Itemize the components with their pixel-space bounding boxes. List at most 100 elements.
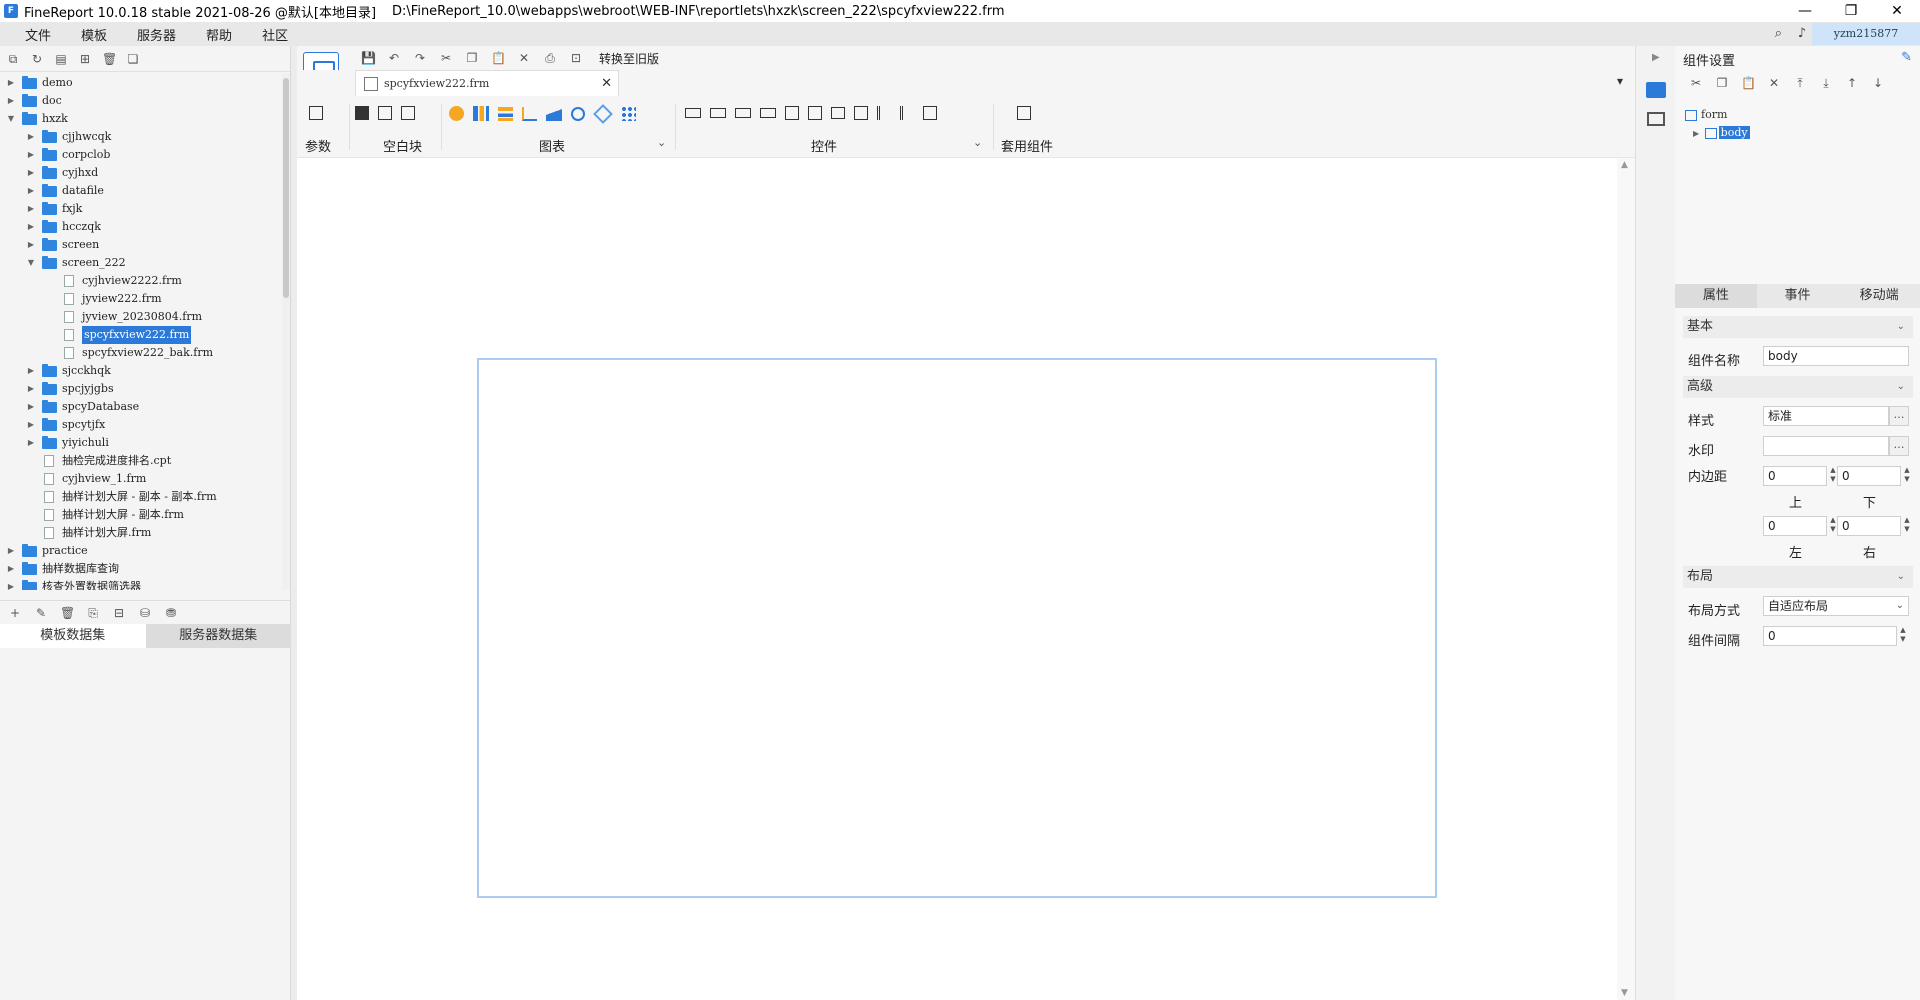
preview-dataset-icon[interactable]: ⎘ <box>86 606 100 620</box>
absolute-block-icon[interactable] <box>355 106 369 120</box>
style-more-button[interactable]: … <box>1889 406 1909 426</box>
chevron-right-icon[interactable]: ▶ <box>26 236 36 254</box>
tree-folder[interactable]: ▶ hcczqk <box>0 218 282 236</box>
canvas-scrollbar[interactable]: ▲ ▼ <box>1617 158 1635 1000</box>
open-template-icon[interactable]: ⧉ <box>6 52 20 66</box>
layout-mode-select[interactable]: 自适应布局 ⌄ <box>1763 596 1909 616</box>
bell-icon[interactable]: ♪ <box>1798 26 1806 41</box>
tree-folder[interactable]: ▶ yiyichuli <box>0 434 282 452</box>
convert-icon[interactable]: ⊡ <box>569 51 583 65</box>
checkbox-group-icon[interactable] <box>877 106 891 120</box>
pie-chart-icon[interactable] <box>449 106 464 121</box>
chevron-right-icon[interactable]: ▶ <box>26 434 36 452</box>
delete-dataset-icon[interactable]: 🗑 <box>60 606 75 620</box>
close-icon[interactable]: ✕ <box>1874 0 1920 22</box>
style-input[interactable]: 标准 <box>1763 406 1889 426</box>
scroll-down-icon[interactable]: ▼ <box>1621 988 1628 998</box>
component-settings-icon[interactable] <box>1646 82 1666 98</box>
line-chart-icon[interactable] <box>522 106 537 121</box>
tab-block-icon[interactable] <box>378 106 392 120</box>
menu-file[interactable]: 文件 <box>0 25 66 44</box>
tree-file[interactable]: 抽检完成进度排名.cpt <box>0 452 282 470</box>
minimize-icon[interactable]: — <box>1782 0 1828 22</box>
chevron-right-icon[interactable]: ▶ <box>26 146 36 164</box>
tree-node-form[interactable]: form <box>1685 106 1915 124</box>
tab-menu-icon[interactable]: ▾ <box>1617 74 1623 88</box>
watermark-input[interactable] <box>1763 436 1889 456</box>
tree-folder[interactable]: ▶ screen <box>0 236 282 254</box>
tab-mobile[interactable]: 移动端 <box>1838 284 1920 308</box>
move-top-icon[interactable]: ⤒ <box>1793 76 1807 90</box>
bar-chart-icon[interactable] <box>473 106 489 121</box>
chevron-down-icon[interactable]: ▼ <box>6 110 16 128</box>
tree-file[interactable]: spcyfxview222_bak.frm <box>0 344 282 362</box>
locate-icon[interactable]: ▤ <box>54 52 68 66</box>
tree-folder[interactable]: ▶ corpclob <box>0 146 282 164</box>
section-layout[interactable]: 布局 ⌄ <box>1683 566 1913 588</box>
tab-events[interactable]: 事件 <box>1756 284 1839 308</box>
tree-file[interactable]: spcyfxview222.frm <box>0 326 282 344</box>
menu-help[interactable]: 帮助 <box>191 25 247 44</box>
tree-folder[interactable]: ▶ cjjhwcqk <box>0 128 282 146</box>
collapse-icon[interactable]: ⌄ <box>1897 316 1905 338</box>
scatter-chart-icon[interactable] <box>621 106 636 121</box>
collapse-icon[interactable]: ⌄ <box>1897 376 1905 398</box>
move-down-icon[interactable]: ↓ <box>1871 76 1885 90</box>
tree-file[interactable]: 抽样计划大屏 - 副本 - 副本.frm <box>0 488 282 506</box>
template-tab[interactable]: spcyfxview222.frm ✕ <box>355 70 619 96</box>
hbar-chart-icon[interactable] <box>498 106 513 121</box>
component-library-icon[interactable] <box>1647 112 1665 126</box>
copy-icon[interactable]: ❐ <box>465 51 479 65</box>
dropdown-widget-icon[interactable] <box>760 108 776 118</box>
component-gap-stepper[interactable]: ▲ ▼ <box>1897 626 1909 646</box>
component-gap-input[interactable]: 0 <box>1763 626 1897 646</box>
cut-icon[interactable]: ✂ <box>439 51 453 65</box>
tree-folder[interactable]: ▶ 核查外置数据筛选器 <box>0 578 282 590</box>
tree-folder[interactable]: ▶ fxjk <box>0 200 282 218</box>
add-dataset-icon[interactable]: + <box>8 606 22 620</box>
tree-folder[interactable]: ▶ spcjyjgbs <box>0 380 282 398</box>
tree-folder[interactable]: ▶ sjcckhqk <box>0 362 282 380</box>
button-widget-icon[interactable] <box>735 108 751 118</box>
paste-icon[interactable]: 📋 <box>491 51 506 65</box>
redo-icon[interactable]: ↷ <box>413 51 427 65</box>
menu-community[interactable]: 社区 <box>247 25 303 44</box>
tree-folder[interactable]: ▼ hxzk <box>0 110 282 128</box>
tree-file[interactable]: 抽样计划大屏 - 副本.frm <box>0 506 282 524</box>
gauge-chart-icon[interactable] <box>571 106 585 121</box>
watermark-more-button[interactable]: … <box>1889 436 1909 456</box>
padding-top-input[interactable]: 0 <box>1763 466 1827 486</box>
tree-node-body[interactable]: ▶ body <box>1685 124 1915 142</box>
chevron-down-icon[interactable]: ⌄ <box>1896 597 1904 615</box>
tree-folder[interactable]: ▶ datafile <box>0 182 282 200</box>
reuse-component-icon[interactable] <box>1017 106 1031 120</box>
tree-folder[interactable]: ▶ cyjhxd <box>0 164 282 182</box>
tab-template-dataset[interactable]: 模板数据集 <box>0 624 146 648</box>
chevron-right-icon[interactable]: ▶ <box>6 560 16 578</box>
form-body-artboard[interactable] <box>477 358 1437 898</box>
chevron-right-icon[interactable]: ▶ <box>1693 129 1699 138</box>
padding-left-input[interactable]: 0 <box>1763 516 1827 536</box>
copy-component-icon[interactable]: ❐ <box>1715 76 1729 90</box>
tree-file[interactable]: jyview222.frm <box>0 290 282 308</box>
component-name-input[interactable]: body <box>1763 346 1909 366</box>
tree-scroll-thumb[interactable] <box>283 78 289 298</box>
tree-folder[interactable]: ▶ spcytjfx <box>0 416 282 434</box>
report-block-icon[interactable] <box>401 106 415 120</box>
chevron-right-icon[interactable]: ▶ <box>6 542 16 560</box>
move-up-icon[interactable]: ↑ <box>1845 76 1859 90</box>
chevron-right-icon[interactable]: ▶ <box>26 398 36 416</box>
section-basic[interactable]: 基本 ⌄ <box>1683 316 1913 338</box>
chevron-right-icon[interactable]: ▶ <box>6 74 16 92</box>
database-icon[interactable]: ⛁ <box>138 606 152 620</box>
chevron-right-icon[interactable]: ▶ <box>26 128 36 146</box>
save-icon[interactable]: 💾 <box>361 51 376 65</box>
dataset-table-icon[interactable]: ⊟ <box>112 606 126 620</box>
chevron-right-icon[interactable]: ▶ <box>26 200 36 218</box>
chart-more-dropdown-icon[interactable]: ⌄ <box>657 136 666 149</box>
radar-chart-icon[interactable] <box>593 103 613 124</box>
param-icon[interactable] <box>309 106 323 120</box>
chevron-right-icon[interactable]: ▶ <box>26 416 36 434</box>
delete-component-icon[interactable]: ✕ <box>1767 76 1781 90</box>
database-config-icon[interactable]: ⛃ <box>164 606 178 620</box>
